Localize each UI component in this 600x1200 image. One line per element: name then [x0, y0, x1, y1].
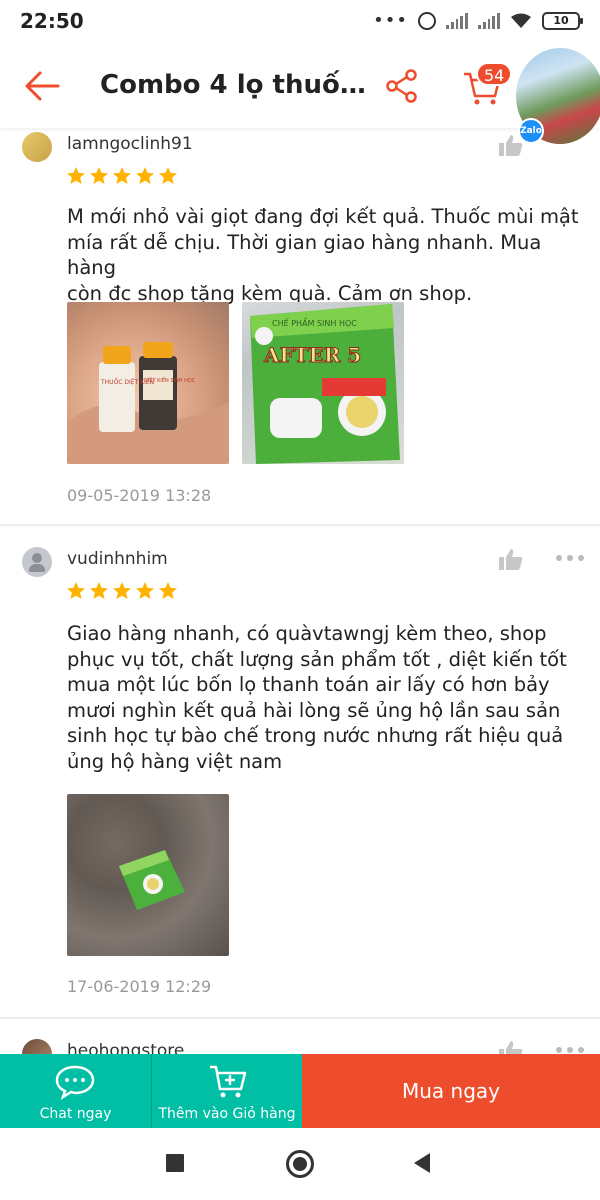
review-text-line: M mới nhỏ vài giọt đang đợi kết quả. Thu…	[67, 205, 579, 228]
packet-photo	[67, 794, 229, 956]
alarm-icon	[418, 11, 436, 30]
system-back-icon[interactable]	[414, 1153, 430, 1173]
zalo-icon: Zalo	[518, 118, 544, 144]
review-date: 09-05-2019 13:28	[67, 486, 212, 505]
packet-photo: CHẾ PHẨM SINH HỌC AFTER 5	[250, 304, 400, 464]
review-photo[interactable]: THUỐC DIỆT KIẾN DIỆT KIẾN SINH HỌC	[67, 302, 229, 464]
thumbs-up-icon[interactable]	[498, 546, 524, 572]
avatar	[22, 132, 52, 162]
buy-now-button[interactable]: Mua ngay	[302, 1054, 600, 1128]
review-text-line: ủng hộ hàng việt nam	[67, 749, 283, 773]
star-icon	[136, 167, 154, 184]
thumbs-up-icon[interactable]	[498, 1038, 524, 1054]
review-photo[interactable]	[67, 794, 229, 956]
add-to-cart-icon	[210, 1065, 247, 1098]
star-icon	[159, 582, 177, 599]
avatar	[22, 547, 52, 577]
battery-icon: 10	[542, 11, 583, 30]
star-icon	[113, 167, 131, 184]
bottles-photo: THUỐC DIỆT KIẾN DIỆT KIẾN SINH HỌC	[67, 342, 229, 464]
review-date: 17-06-2019 12:29	[67, 977, 212, 996]
add-to-cart-button[interactable]: Thêm vào Giỏ hàng	[151, 1054, 302, 1128]
bottom-action-bar: Chat ngay Thêm vào Giỏ hàng Mua ngay	[0, 1054, 600, 1128]
status-bar: 22:50 ••• 10	[0, 0, 600, 42]
review-text-line: mua một lúc bốn lọ thanh toán air lấy có…	[67, 673, 550, 696]
star-icon	[136, 582, 154, 599]
recent-apps-icon[interactable]	[166, 1154, 184, 1172]
star-icon	[90, 582, 108, 599]
more-options-icon[interactable]	[555, 553, 585, 563]
divider	[0, 524, 600, 526]
star-icon	[67, 582, 85, 599]
star-icon	[67, 167, 85, 184]
review-username: heohongstore	[67, 1041, 185, 1054]
cart-count-badge: 54	[476, 62, 513, 86]
status-icons: ••• 10	[373, 10, 583, 31]
divider	[0, 1017, 600, 1019]
more-notifications-icon: •••	[373, 10, 408, 31]
system-nav-bar	[0, 1128, 600, 1200]
star-rating	[66, 581, 178, 601]
review-text-line: Giao hàng nhanh, có quàvtawngj kèm theo,…	[67, 622, 547, 645]
review-text-line: sinh học tự bào chế trong nước nhưng rất…	[67, 724, 564, 747]
packet-brand-label: AFTER 5	[263, 343, 361, 367]
home-icon[interactable]	[286, 1150, 314, 1178]
avatar	[22, 1039, 52, 1054]
bottle-right-label: DIỆT KIẾN SINH HỌC	[144, 376, 196, 384]
more-options-icon[interactable]	[555, 1045, 585, 1054]
back-arrow-icon[interactable]	[22, 66, 62, 106]
review-text: M mới nhỏ vài giọt đang đợi kết quả. Thu…	[67, 204, 587, 306]
review-text-line: mía rất dễ chịu. Thời gian giao hàng nha…	[67, 230, 542, 280]
review-photo[interactable]: CHẾ PHẨM SINH HỌC AFTER 5	[242, 302, 404, 464]
review-text-line: phục vụ tốt, chất lượng sản phẩm tốt , d…	[67, 647, 567, 671]
signal-icon-2	[478, 12, 500, 29]
chat-icon	[55, 1065, 95, 1100]
status-time: 22:50	[20, 9, 84, 33]
star-icon	[159, 167, 177, 184]
review-username: vudinhnhim	[67, 549, 168, 569]
star-icon	[90, 167, 108, 184]
wifi-icon	[511, 13, 531, 28]
star-icon	[113, 582, 131, 599]
add-to-cart-label: Thêm vào Giỏ hàng	[158, 1106, 296, 1122]
chat-now-label: Chat ngay	[39, 1106, 112, 1122]
star-rating	[66, 166, 178, 186]
review-text-line: mươi nghìn kết quả hài lòng sẽ ủng hộ lầ…	[67, 698, 561, 722]
page-title: Combo 4 lọ thuốc Di...	[100, 70, 380, 100]
chat-now-button[interactable]: Chat ngay	[0, 1054, 151, 1128]
review-text: Giao hàng nhanh, có quàvtawngj kèm theo,…	[67, 621, 587, 774]
product-header: Combo 4 lọ thuốc Di... 54	[0, 42, 600, 128]
review-list[interactable]: lamngoclinh91 M mới nhỏ vài giọt đang đợ…	[0, 128, 600, 1054]
share-icon[interactable]	[384, 68, 420, 104]
signal-icon	[446, 12, 468, 29]
review-username: lamngoclinh91	[67, 134, 193, 154]
